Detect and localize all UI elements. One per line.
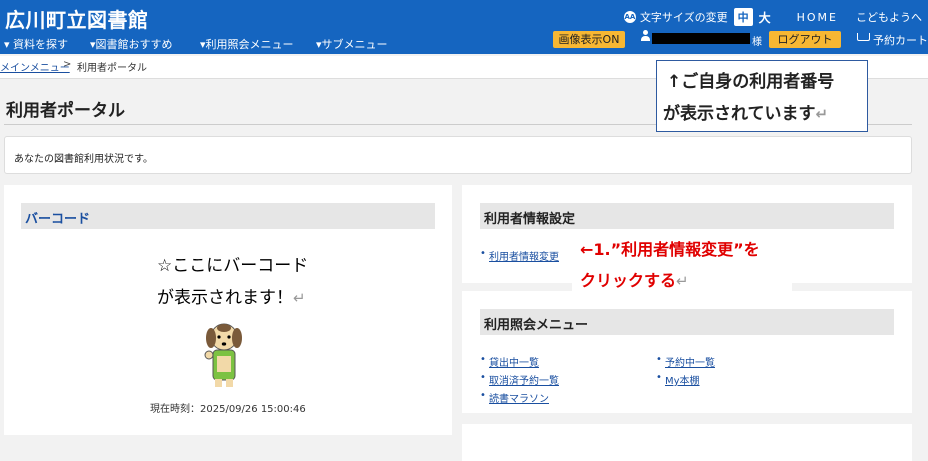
reservation-list-link[interactable]: 予約中一覧 bbox=[656, 354, 715, 369]
cart-link[interactable]: 予約カート bbox=[873, 32, 928, 48]
site-title[interactable]: 広川町立図書館 bbox=[5, 4, 149, 33]
user-number-callout: ↑ご自身の利用者番号 が表示されています↵ bbox=[656, 60, 868, 132]
font-size-large-button[interactable]: 大 bbox=[759, 9, 771, 26]
kids-link[interactable]: こどもようへ bbox=[856, 9, 922, 25]
user-icon bbox=[640, 30, 650, 42]
nav-recommend[interactable]: ▾図書館おすすめ bbox=[90, 36, 173, 52]
callout-line1: ↑ご自身の利用者番号 bbox=[667, 72, 835, 92]
user-name-redacted bbox=[652, 33, 750, 44]
nav-recommend-label: 図書館おすすめ bbox=[95, 38, 173, 51]
cancelled-reservations-link[interactable]: 取消済予約一覧 bbox=[480, 372, 559, 387]
nav-inquiry-label: 利用照会メニュー bbox=[205, 38, 294, 51]
barcode-note-line1: ☆ここにバーコード bbox=[157, 256, 309, 276]
home-link[interactable]: HOME bbox=[797, 11, 838, 24]
user-suffix: 様 bbox=[752, 37, 762, 48]
current-time: 現在時刻：2025/09/26 15:00:46 bbox=[150, 404, 306, 415]
callout-line2-text: が表示されています bbox=[663, 104, 816, 124]
callout-line2: が表示されています↵ bbox=[663, 99, 828, 124]
font-size-icon: AA bbox=[623, 11, 636, 23]
font-size-label: 文字サイズの変更 bbox=[639, 11, 728, 24]
next-panel bbox=[462, 424, 912, 461]
logout-button[interactable]: ログアウト bbox=[769, 31, 841, 48]
user-info-change-link[interactable]: 利用者情報変更 bbox=[480, 248, 559, 263]
barcode-heading: バーコード bbox=[21, 203, 435, 229]
nav-submenu-label: サブメニュー bbox=[321, 38, 388, 51]
return-mark: ↵ bbox=[293, 289, 306, 307]
intro-text: あなたの図書館利用状況です。 bbox=[14, 154, 153, 165]
click-instruction-line2: クリックする↵ bbox=[580, 267, 689, 291]
site-header: 広川町立図書館 AA 文字サイズの変更 中 大 HOME こどもようへ ▾ 資料… bbox=[0, 0, 928, 54]
click-instruction-line2-text: クリックする bbox=[580, 271, 677, 290]
page-title: 利用者ポータル bbox=[6, 101, 125, 121]
nav-search[interactable]: ▾ 資料を探す bbox=[4, 36, 68, 52]
settings-heading: 利用者情報設定 bbox=[480, 203, 894, 229]
return-mark: ↵ bbox=[815, 105, 829, 123]
barcode-heading-text: バーコード bbox=[25, 212, 91, 227]
cart-icon[interactable] bbox=[857, 33, 870, 41]
breadcrumb-separator: > bbox=[63, 59, 72, 70]
inquiry-heading-text: 利用照会メニュー bbox=[484, 318, 589, 333]
nav-inquiry[interactable]: ▾利用照会メニュー bbox=[200, 36, 294, 52]
nav-search-label: 資料を探す bbox=[13, 38, 69, 51]
barcode-note-line2-text: が表示されます！ bbox=[157, 288, 293, 308]
click-instruction-line1: ←1.”利用者情報変更”を bbox=[580, 240, 760, 259]
header-utility: AA 文字サイズの変更 中 大 HOME こどもようへ bbox=[623, 8, 922, 26]
reading-marathon-link[interactable]: 読書マラソン bbox=[480, 390, 549, 405]
my-bookshelf-link[interactable]: My本棚 bbox=[656, 372, 699, 387]
intro-box: あなたの図書館利用状況です。 bbox=[4, 136, 912, 174]
breadcrumb-main-menu[interactable]: メインメニュー bbox=[0, 59, 70, 74]
dog-mascot-icon bbox=[204, 323, 242, 387]
loan-list-link[interactable]: 貸出中一覧 bbox=[480, 354, 539, 369]
breadcrumb-current: 利用者ポータル bbox=[77, 63, 147, 74]
settings-heading-text: 利用者情報設定 bbox=[484, 212, 576, 227]
return-mark: ↵ bbox=[676, 272, 689, 290]
barcode-note-line2: が表示されます！↵ bbox=[157, 283, 306, 308]
nav-submenu[interactable]: ▾サブメニュー bbox=[316, 36, 388, 52]
font-size-mid-button[interactable]: 中 bbox=[733, 8, 753, 26]
inquiry-heading: 利用照会メニュー bbox=[480, 309, 894, 335]
image-toggle-button[interactable]: 画像表示ON bbox=[553, 31, 625, 48]
